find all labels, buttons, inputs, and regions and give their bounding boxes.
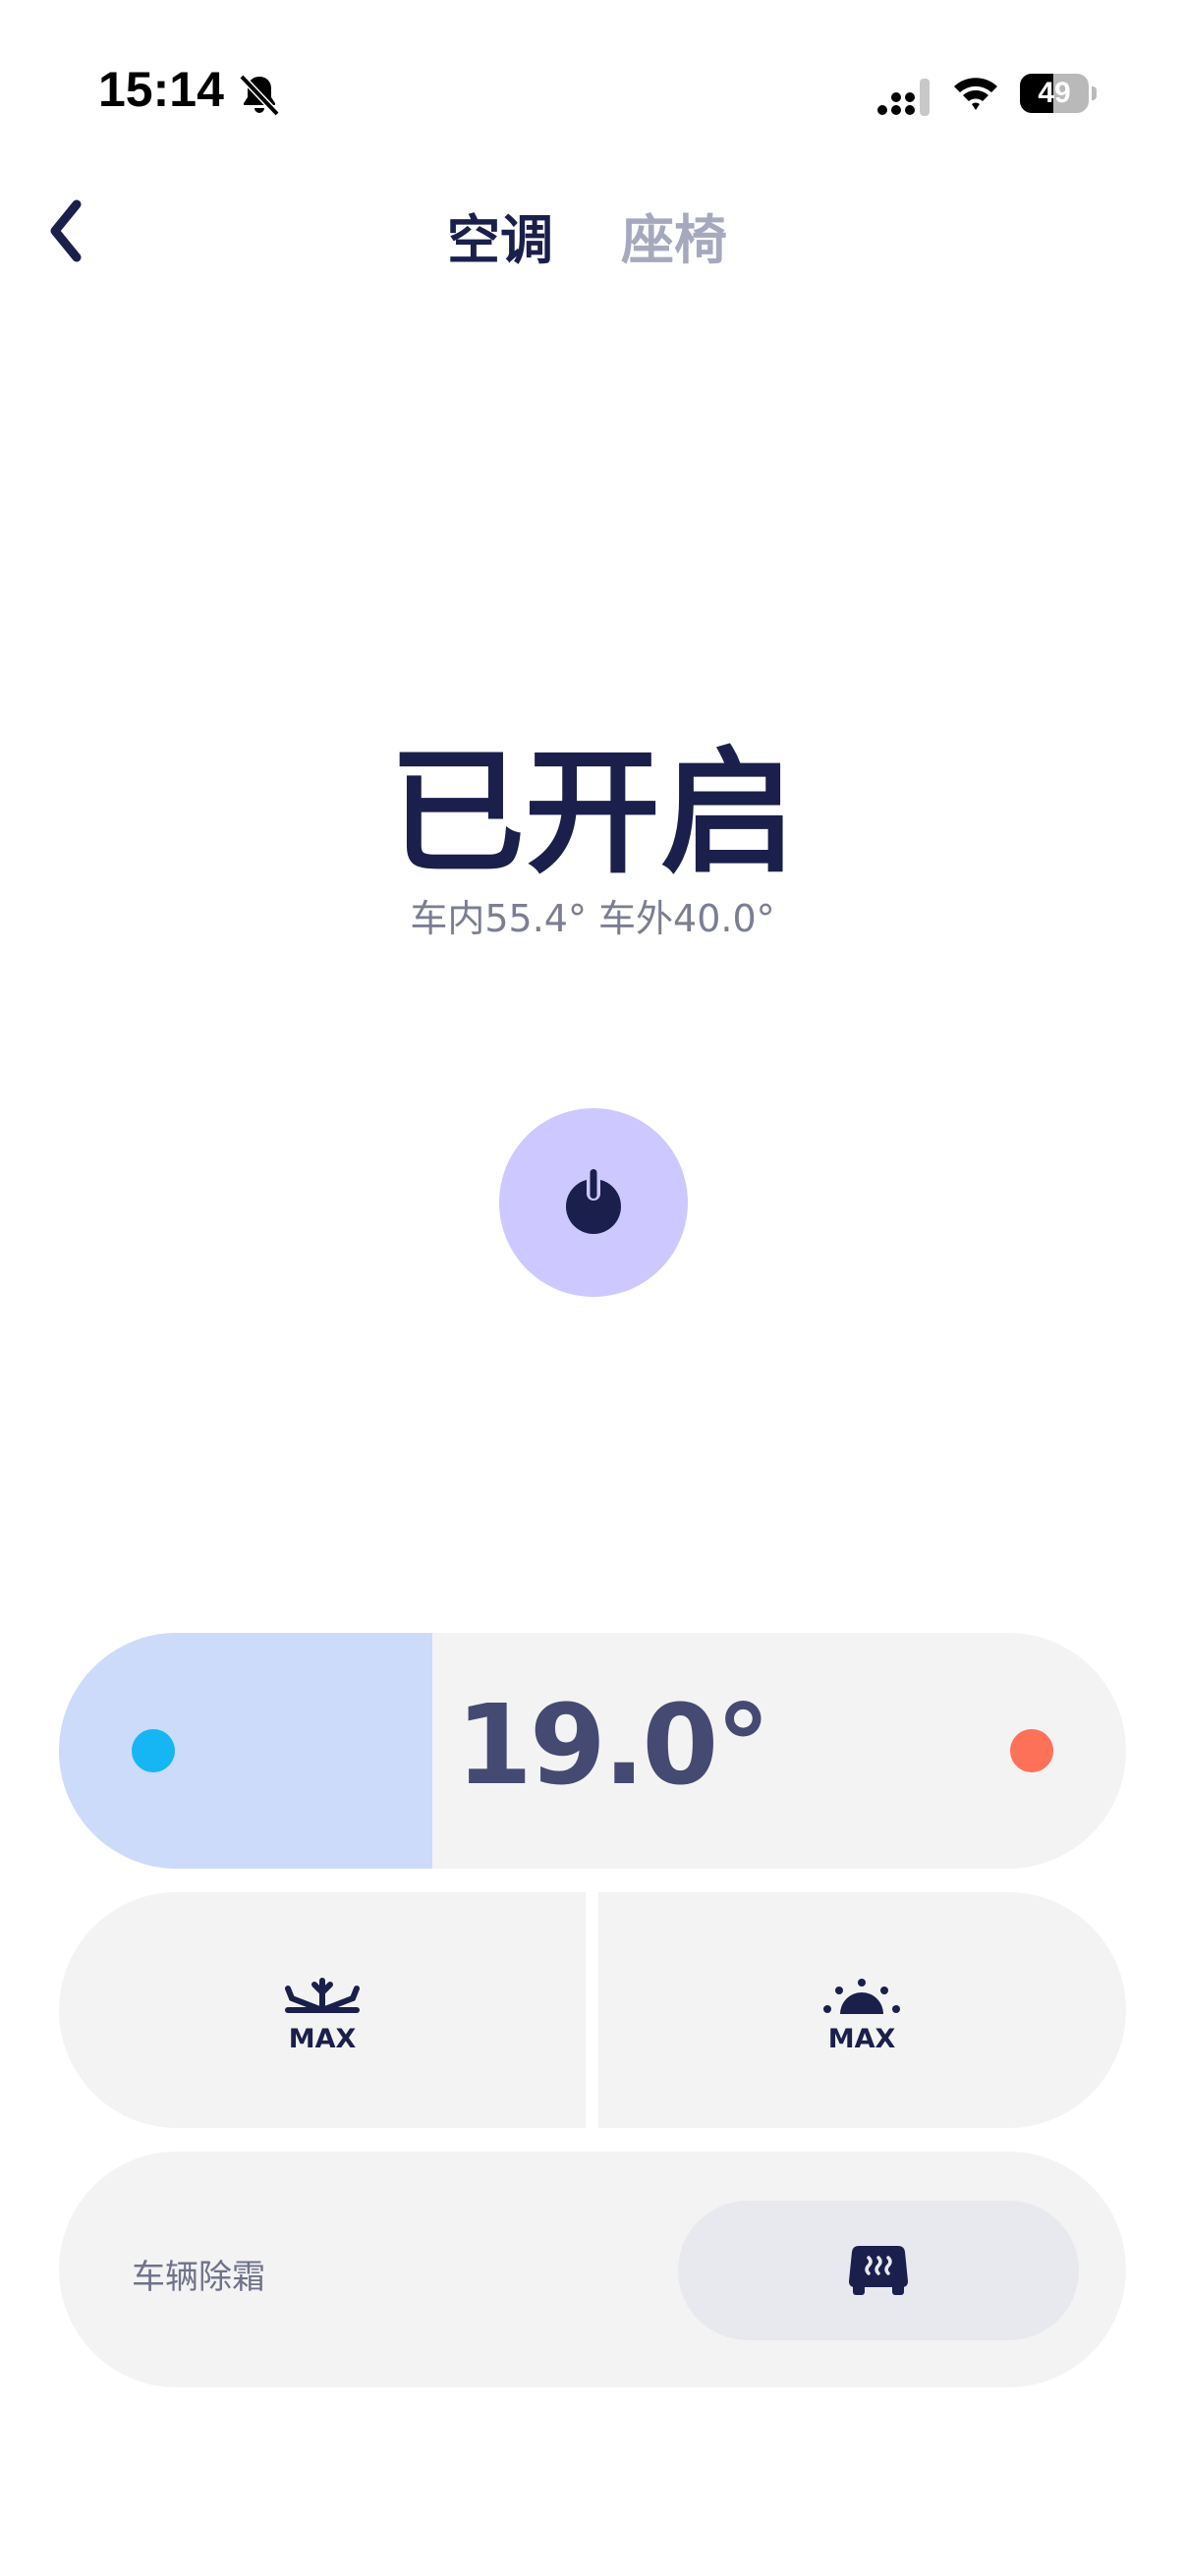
- wifi-icon: [954, 78, 997, 110]
- cellular-signal-icon: [877, 79, 930, 116]
- defrost-row: 车辆除霜: [59, 2152, 1126, 2387]
- max-cool-label: MAX: [289, 2024, 357, 2051]
- power-icon: [566, 1167, 621, 1234]
- inside-outside-temps: 车内55.4° 车外40.0°: [410, 897, 775, 940]
- max-heat-label: MAX: [828, 2024, 896, 2051]
- battery-icon: 49: [1020, 74, 1099, 115]
- tab-air-conditioning[interactable]: 空调: [447, 196, 553, 274]
- power-button[interactable]: [499, 1108, 688, 1297]
- hot-indicator-dot: [1010, 1729, 1053, 1772]
- temperature-slider[interactable]: 19.0°: [59, 1633, 1126, 1869]
- cold-indicator-dot: [132, 1729, 175, 1772]
- max-cool-snowflake-icon: MAX: [285, 1978, 360, 2051]
- car-defrost-icon: [849, 2246, 908, 2295]
- climate-status-title: 已开启: [388, 734, 796, 892]
- set-temperature-value: 19.0°: [456, 1682, 770, 1810]
- temperature-slider-fill: [59, 1633, 433, 1869]
- max-heat-button[interactable]: MAX: [598, 1892, 1126, 2128]
- chevron-left-icon[interactable]: [43, 196, 92, 265]
- defrost-button[interactable]: [678, 2201, 1079, 2340]
- battery-level: 49: [1038, 77, 1071, 109]
- status-time: 15:14: [98, 62, 224, 117]
- max-cool-button[interactable]: MAX: [59, 1892, 586, 2128]
- tab-seat[interactable]: 座椅: [621, 196, 727, 274]
- defrost-label: 车辆除霜: [132, 2258, 265, 2297]
- max-heat-sun-icon: MAX: [823, 1979, 900, 2051]
- bell-slash-icon: [239, 74, 280, 117]
